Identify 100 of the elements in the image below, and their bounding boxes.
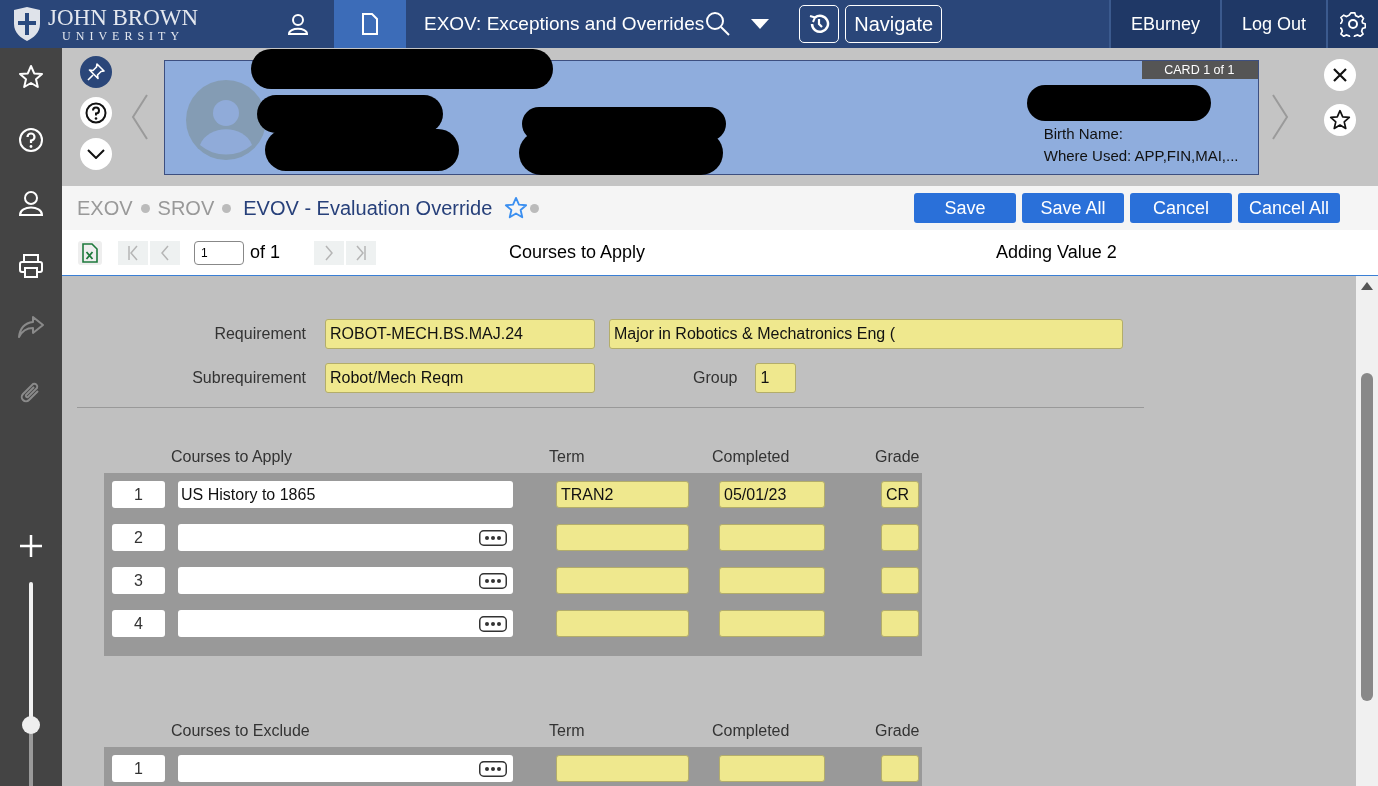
card-detail: Birth Name: bbox=[1043, 123, 1124, 144]
row-number: 4 bbox=[112, 610, 165, 637]
course-field[interactable]: US History to 1865 bbox=[178, 481, 513, 508]
action-button[interactable]: Save All bbox=[1022, 193, 1124, 223]
card-detail: Where Used: APP,FIN,MAI,... bbox=[1043, 145, 1239, 166]
column-header: Grade bbox=[875, 722, 920, 740]
term-field[interactable] bbox=[556, 567, 689, 594]
action-button[interactable]: Cancel All bbox=[1238, 193, 1340, 223]
completed-date-field[interactable]: 05/01/23 bbox=[719, 481, 825, 508]
help-icon bbox=[18, 127, 44, 153]
grade-field[interactable] bbox=[881, 755, 919, 782]
breadcrumb-separator bbox=[530, 203, 540, 213]
breadcrumb-separator bbox=[222, 203, 232, 213]
page-count: of 1 bbox=[250, 242, 281, 263]
pin-button[interactable] bbox=[80, 56, 113, 88]
person-icon bbox=[287, 13, 309, 35]
logo-subtitle: UNIVERSITY bbox=[62, 30, 185, 42]
person-icon bbox=[18, 190, 44, 216]
more-icon[interactable] bbox=[479, 760, 507, 777]
star-icon bbox=[18, 64, 44, 90]
row-number: 2 bbox=[112, 524, 165, 551]
grade-field[interactable] bbox=[881, 524, 919, 551]
help-icon bbox=[85, 102, 108, 124]
field-label: Group bbox=[693, 369, 738, 387]
logo-name: JOHN BROWN bbox=[48, 6, 199, 29]
completed-date-field[interactable] bbox=[719, 567, 825, 594]
field-label: Requirement bbox=[213, 325, 306, 343]
row-number: 1 bbox=[112, 755, 165, 782]
course-field[interactable] bbox=[178, 567, 513, 594]
first-page-icon bbox=[127, 244, 139, 261]
more-icon[interactable] bbox=[479, 572, 507, 589]
completed-date-field[interactable] bbox=[719, 524, 825, 551]
more-icon[interactable] bbox=[479, 615, 507, 632]
column-header: Term bbox=[549, 722, 585, 740]
action-button[interactable]: Save bbox=[914, 193, 1016, 223]
zoom-slider[interactable] bbox=[22, 582, 40, 786]
page-input[interactable]: 1 bbox=[194, 240, 244, 265]
row-number: 1 bbox=[112, 481, 165, 508]
close-icon bbox=[1331, 67, 1348, 83]
navigate-button[interactable]: Navigate bbox=[845, 5, 943, 43]
current-page-title: EVOV - Evaluation Override bbox=[243, 196, 493, 220]
term-field[interactable] bbox=[556, 524, 689, 551]
last-page-icon bbox=[355, 244, 368, 261]
course-field[interactable] bbox=[178, 524, 513, 551]
term-field[interactable] bbox=[556, 755, 689, 782]
share-icon bbox=[18, 316, 44, 338]
grade-field[interactable]: CR bbox=[881, 481, 919, 508]
history-icon bbox=[808, 13, 831, 35]
grade-field[interactable] bbox=[881, 567, 919, 594]
card-counter: CARD 1 of 1 bbox=[1142, 60, 1259, 79]
requirement-field[interactable]: ROBOT-MECH.BS.MAJ.24 bbox=[325, 319, 595, 349]
form-title: Courses to Apply bbox=[509, 242, 646, 263]
avatar-icon bbox=[185, 79, 266, 160]
expand-button[interactable] bbox=[80, 138, 113, 170]
zoom-in-icon[interactable] bbox=[19, 534, 43, 558]
favorite-button[interactable] bbox=[1323, 104, 1356, 136]
close-button[interactable] bbox=[1323, 59, 1356, 91]
grade-field[interactable] bbox=[881, 610, 919, 637]
chevron-down-icon bbox=[87, 149, 106, 159]
column-header: Completed bbox=[712, 722, 790, 740]
mode-label: Adding Value 2 bbox=[996, 242, 1117, 263]
completed-date-field[interactable] bbox=[719, 755, 825, 782]
scrollbar[interactable] bbox=[1356, 276, 1378, 786]
term-field[interactable] bbox=[556, 610, 689, 637]
column-header: Term bbox=[549, 448, 585, 466]
chevron-right-icon bbox=[324, 244, 335, 261]
caret-icon[interactable] bbox=[751, 19, 770, 29]
spreadsheet-icon bbox=[82, 242, 98, 263]
completed-date-field[interactable] bbox=[719, 610, 825, 637]
course-field[interactable] bbox=[178, 755, 513, 782]
settings-icon bbox=[1340, 11, 1366, 37]
document-icon bbox=[361, 13, 379, 35]
scroll-up-icon[interactable] bbox=[1361, 282, 1373, 290]
page-title: EXOV: Exceptions and Overrides bbox=[424, 13, 705, 35]
nav-tab[interactable] bbox=[334, 0, 406, 48]
help-button[interactable] bbox=[80, 97, 113, 129]
term-field[interactable]: TRAN2 bbox=[556, 481, 689, 508]
star-icon[interactable] bbox=[504, 196, 529, 220]
more-icon[interactable] bbox=[479, 529, 507, 546]
printer-icon bbox=[18, 253, 44, 279]
breadcrumb-separator bbox=[140, 203, 150, 213]
history-button[interactable] bbox=[799, 5, 840, 43]
export-button[interactable] bbox=[78, 240, 102, 265]
description-field[interactable]: Major in Robotics & Mechatronics Eng ( bbox=[609, 319, 1123, 349]
column-header: Completed bbox=[712, 448, 790, 466]
action-button[interactable]: Cancel bbox=[1130, 193, 1232, 223]
subrequirement-field[interactable]: Robot/Mech Reqm bbox=[325, 363, 595, 393]
course-field[interactable] bbox=[178, 610, 513, 637]
row-number: 3 bbox=[112, 567, 165, 594]
user-button[interactable]: EBurney bbox=[1108, 0, 1220, 48]
column-header: Courses to Exclude bbox=[171, 722, 310, 740]
group-field[interactable]: 1 bbox=[755, 363, 797, 393]
star-icon bbox=[1328, 109, 1351, 131]
shield-icon bbox=[12, 7, 42, 41]
settings-button[interactable] bbox=[1326, 0, 1378, 48]
pin-icon bbox=[87, 63, 106, 81]
logout-button[interactable]: Log Out bbox=[1219, 0, 1326, 48]
search-icon[interactable] bbox=[705, 11, 732, 37]
field-label: Subrequirement bbox=[191, 369, 306, 387]
column-header: Courses to Apply bbox=[171, 448, 292, 466]
